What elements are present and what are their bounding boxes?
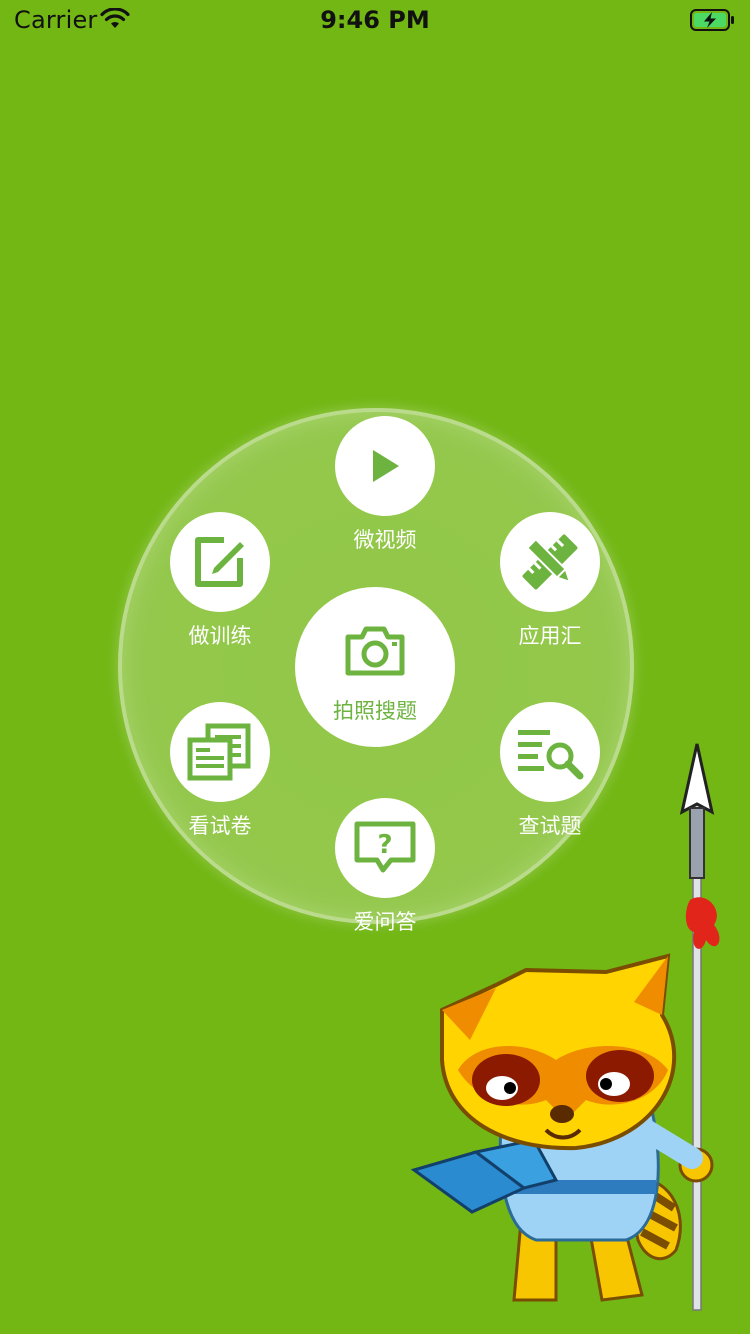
play-icon	[373, 450, 399, 482]
menu-item-circle	[170, 512, 270, 612]
status-time: 9:46 PM	[320, 6, 430, 34]
edit-icon	[195, 537, 244, 587]
status-bar: Carrier 9:46 PM	[0, 0, 750, 40]
menu-item-label: 看试卷	[188, 814, 252, 838]
papers-icon	[187, 723, 251, 781]
menu-item-circle	[335, 416, 435, 516]
menu-item-label: 应用汇	[518, 624, 582, 648]
svg-text:?: ?	[377, 830, 392, 860]
menu-item-micro-video[interactable]: 微视频	[335, 416, 435, 566]
menu-item-circle	[500, 512, 600, 612]
menu-item-label: 微视频	[353, 528, 417, 552]
battery-charging-icon	[690, 9, 734, 31]
menu-item-label: 做训练	[188, 624, 252, 648]
photo-search-button[interactable]: 拍照搜题	[295, 587, 455, 747]
camera-icon	[345, 626, 405, 676]
menu-item-view-papers[interactable]: 看试卷	[170, 702, 270, 852]
menu-item-practice[interactable]: 做训练	[170, 512, 270, 662]
photo-search-label: 拍照搜题	[333, 699, 417, 723]
raccoon-mascot-illustration	[410, 743, 720, 1311]
menu-item-circle	[170, 702, 270, 802]
ruler-pencil-icon	[522, 534, 578, 590]
menu-item-app-hub[interactable]: 应用汇	[500, 512, 600, 662]
